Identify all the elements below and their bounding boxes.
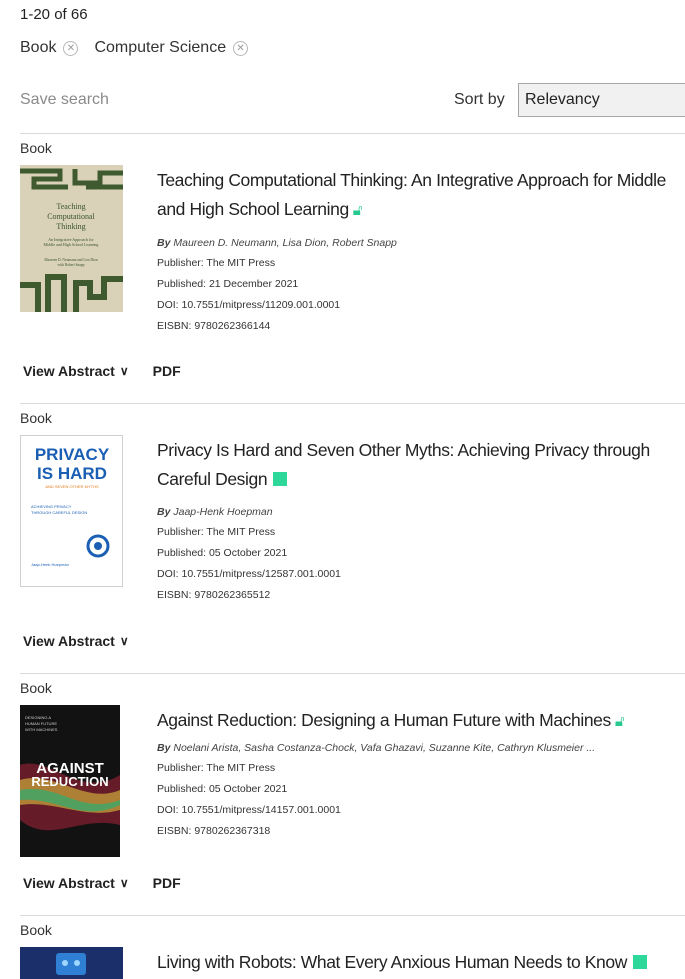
filter-chip-label: Book bbox=[20, 39, 57, 56]
divider bbox=[20, 133, 685, 134]
result-metadata: Publisher: The MIT Press Published: 05 O… bbox=[157, 522, 685, 606]
filter-chip-computer-science: Computer Science ✕ bbox=[94, 39, 249, 57]
svg-text:REDUCTION: REDUCTION bbox=[31, 774, 108, 789]
content-type-label: Book bbox=[20, 922, 52, 938]
result-actions: View Abstract ∨ PDF bbox=[23, 875, 181, 891]
svg-text:IS HARD: IS HARD bbox=[37, 464, 107, 483]
results-toolbar: Save search Sort by Relevancy ⌄ bbox=[20, 83, 685, 117]
publisher: Publisher: The MIT Press bbox=[157, 526, 276, 538]
close-icon[interactable]: ✕ bbox=[63, 40, 79, 56]
open-access-icon: 🔓︎ bbox=[614, 713, 625, 730]
title-line: Against Reduction: Designing a Human Fut… bbox=[157, 706, 685, 736]
content-type-label: Book bbox=[20, 680, 52, 696]
result-item: Book Teaching Computational Thinking An … bbox=[0, 133, 685, 401]
authors: By Jaap-Henk Hoepman bbox=[157, 506, 273, 518]
content-type-label: Book bbox=[20, 140, 52, 156]
sort-selected-value: Relevancy bbox=[525, 91, 600, 108]
content-type-label: Book bbox=[20, 410, 52, 426]
free-access-square-icon bbox=[632, 955, 647, 969]
result-actions: View Abstract ∨ PDF bbox=[23, 363, 181, 379]
result-item: Book Living with Robots: What Every Anxi… bbox=[0, 915, 685, 979]
svg-text:THROUGH CAREFUL DESIGN: THROUGH CAREFUL DESIGN bbox=[31, 510, 87, 515]
title-line: Teaching Computational Thinking: An Inte… bbox=[157, 170, 666, 190]
title-line: Privacy Is Hard and Seven Other Myths: A… bbox=[157, 440, 650, 460]
result-info: Teaching Computational Thinking: An Inte… bbox=[157, 166, 685, 337]
result-title-link[interactable]: Privacy Is Hard and Seven Other Myths: A… bbox=[157, 436, 685, 494]
result-item: Book PRIVACY IS HARD AND SEVEN OTHER MYT… bbox=[0, 403, 685, 671]
doi: DOI: 10.7551/mitpress/12587.001.0001 bbox=[157, 568, 341, 580]
svg-text:Maureen D. Neumann and Lisa Di: Maureen D. Neumann and Lisa Dion bbox=[44, 258, 97, 262]
svg-text:Teaching: Teaching bbox=[56, 202, 85, 211]
pdf-link[interactable]: PDF bbox=[153, 875, 181, 891]
chevron-down-icon: ∨ bbox=[119, 634, 129, 648]
published-date: Published: 05 October 2021 bbox=[157, 547, 288, 559]
sort-by-label: Sort by bbox=[454, 91, 505, 108]
view-abstract-button[interactable]: View Abstract ∨ bbox=[23, 633, 129, 649]
authors: By Maureen D. Neumann, Lisa Dion, Robert… bbox=[157, 237, 397, 249]
divider bbox=[20, 915, 685, 916]
result-info: Privacy Is Hard and Seven Other Myths: A… bbox=[157, 436, 685, 606]
results-count: 1-20 of 66 bbox=[20, 6, 88, 23]
title-line: Careful Design bbox=[157, 465, 685, 494]
sort-select[interactable]: Relevancy ⌄ bbox=[518, 83, 685, 117]
result-info: Living with Robots: What Every Anxious H… bbox=[157, 948, 685, 977]
published-date: Published: 05 October 2021 bbox=[157, 783, 288, 795]
save-search-link[interactable]: Save search bbox=[20, 91, 109, 109]
filter-chip-book: Book ✕ bbox=[20, 39, 79, 57]
doi: DOI: 10.7551/mitpress/14157.001.0001 bbox=[157, 804, 341, 816]
authors: By Noelani Arista, Sasha Costanza-Chock,… bbox=[157, 742, 596, 754]
result-actions: View Abstract ∨ bbox=[23, 633, 129, 649]
svg-text:Middle and High School Learnin: Middle and High School Learning bbox=[44, 242, 99, 247]
result-item: Book DESIGNING A HUMAN FUTURE WITH MACHI… bbox=[0, 673, 685, 913]
close-icon[interactable]: ✕ bbox=[233, 40, 249, 56]
result-title-link[interactable]: Teaching Computational Thinking: An Inte… bbox=[157, 166, 685, 225]
filter-chip-label: Computer Science bbox=[94, 39, 227, 56]
pdf-link[interactable]: PDF bbox=[153, 363, 181, 379]
result-title-link[interactable]: Living with Robots: What Every Anxious H… bbox=[157, 948, 685, 977]
chevron-down-icon: ∨ bbox=[119, 364, 129, 378]
eisbn: EISBN: 9780262366144 bbox=[157, 320, 271, 332]
divider bbox=[20, 673, 685, 674]
view-abstract-button[interactable]: View Abstract ∨ bbox=[23, 363, 129, 379]
active-filters: Book ✕ Computer Science ✕ bbox=[20, 39, 264, 57]
svg-text:HUMAN FUTURE: HUMAN FUTURE bbox=[25, 721, 57, 726]
free-access-square-icon bbox=[273, 472, 288, 486]
book-cover-image[interactable] bbox=[20, 947, 123, 979]
result-metadata: Publisher: The MIT Press Published: 21 D… bbox=[157, 253, 685, 337]
publisher: Publisher: The MIT Press bbox=[157, 257, 276, 269]
open-access-icon: 🔓︎ bbox=[352, 202, 363, 219]
svg-text:Thinking: Thinking bbox=[56, 222, 85, 231]
eisbn: EISBN: 9780262365512 bbox=[157, 589, 271, 601]
svg-text:ACHIEVING PRIVACY: ACHIEVING PRIVACY bbox=[31, 504, 72, 509]
svg-text:AND SEVEN OTHER MYTHS: AND SEVEN OTHER MYTHS bbox=[45, 484, 99, 489]
result-title-link[interactable]: Against Reduction: Designing a Human Fut… bbox=[157, 706, 685, 736]
published-date: Published: 21 December 2021 bbox=[157, 278, 299, 290]
view-abstract-button[interactable]: View Abstract ∨ bbox=[23, 875, 129, 891]
svg-text:PRIVACY: PRIVACY bbox=[35, 445, 110, 464]
book-cover-image[interactable]: PRIVACY IS HARD AND SEVEN OTHER MYTHS AC… bbox=[20, 435, 123, 587]
book-cover-image[interactable]: Teaching Computational Thinking An Integ… bbox=[20, 165, 123, 312]
publisher: Publisher: The MIT Press bbox=[157, 762, 276, 774]
svg-text:WITH MACHINES: WITH MACHINES bbox=[25, 727, 58, 732]
eisbn: EISBN: 9780262367318 bbox=[157, 825, 271, 837]
title-line: Living with Robots: What Every Anxious H… bbox=[157, 948, 685, 977]
doi: DOI: 10.7551/mitpress/11209.001.0001 bbox=[157, 299, 341, 311]
svg-text:DESIGNING A: DESIGNING A bbox=[25, 715, 51, 720]
svg-text:Computational: Computational bbox=[47, 212, 95, 221]
book-cover-image[interactable]: DESIGNING A HUMAN FUTURE WITH MACHINES A… bbox=[20, 705, 120, 857]
chevron-down-icon: ∨ bbox=[119, 876, 129, 890]
result-info: Against Reduction: Designing a Human Fut… bbox=[157, 706, 685, 842]
svg-text:Jaap-Henk Hoepman: Jaap-Henk Hoepman bbox=[31, 562, 69, 567]
svg-text:with Robert Snapp: with Robert Snapp bbox=[58, 263, 85, 267]
result-metadata: Publisher: The MIT Press Published: 05 O… bbox=[157, 758, 685, 842]
title-line: and High School Learning 🔓︎ bbox=[157, 195, 685, 225]
divider bbox=[20, 403, 685, 404]
